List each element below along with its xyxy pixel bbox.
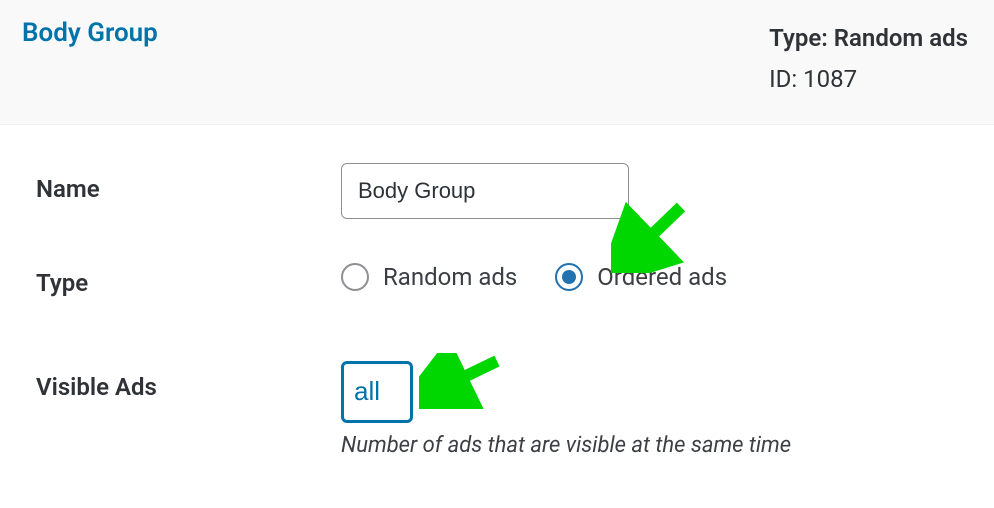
name-input[interactable] [341,163,629,219]
meta-type-label: Type: [769,24,828,52]
name-label: Name [36,163,341,203]
type-option-random[interactable]: Random ads [341,263,517,291]
meta-type-value: Random ads [834,24,968,52]
meta-id-label: ID: [769,65,797,93]
visible-ads-label: Visible Ads [36,361,341,401]
radio-label-random: Random ads [383,263,517,291]
group-form: Name Type Random ads Ordered ads [0,125,994,458]
annotation-arrow-icon [419,353,505,409]
group-meta: Type: Random ads ID: 1087 [769,18,968,100]
type-label: Type [36,257,341,297]
type-radio-group: Random ads Ordered ads [341,257,972,291]
group-header: Body Group Type: Random ads ID: 1087 [0,0,994,125]
radio-icon [341,263,369,291]
name-row: Name [36,163,972,219]
visible-ads-input[interactable] [341,361,413,423]
visible-ads-row: Visible Ads Number of ads that are visib… [36,361,972,458]
radio-icon [555,263,583,291]
group-title[interactable]: Body Group [22,18,158,48]
visible-ads-hint: Number of ads that are visible at the sa… [341,433,972,458]
meta-id-value: 1087 [803,65,857,93]
type-option-ordered[interactable]: Ordered ads [555,263,727,291]
radio-label-ordered: Ordered ads [597,263,727,291]
type-row: Type Random ads Ordered ads [36,257,972,297]
